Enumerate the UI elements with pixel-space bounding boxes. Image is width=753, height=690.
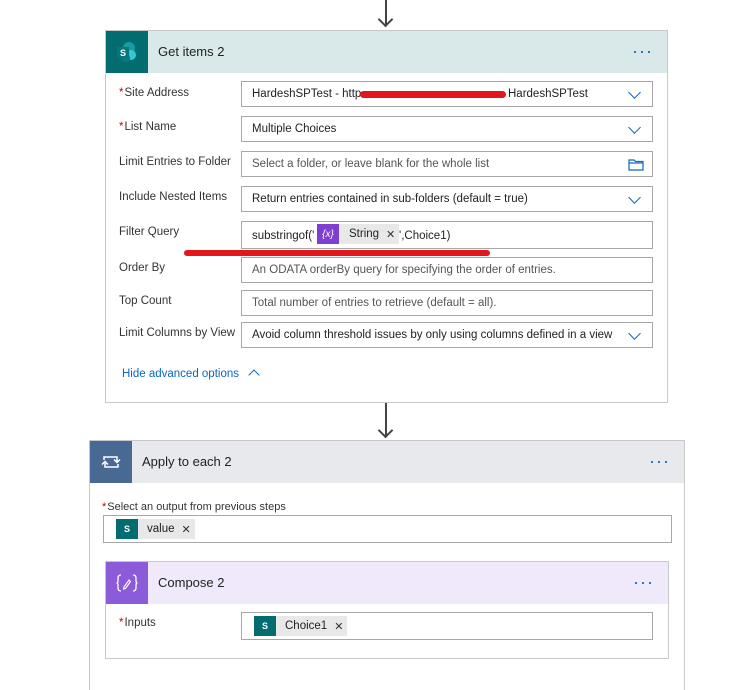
value-token-label: value <box>147 523 175 535</box>
site-address-value-suffix: HardeshSPTest <box>508 88 588 100</box>
top-count-placeholder: Total number of entries to retrieve (def… <box>252 297 497 309</box>
select-output-field[interactable]: S value ✕ <box>103 515 672 543</box>
chevron-down-icon[interactable] <box>628 327 641 340</box>
compose-card: Compose 2 ··· *Inputs S Choice1 ✕ <box>105 561 669 659</box>
remove-token-icon[interactable]: ✕ <box>386 228 395 241</box>
include-nested-value: Return entries contained in sub-folders … <box>252 193 528 205</box>
choice1-token[interactable]: S Choice1 ✕ <box>254 616 348 636</box>
filter-query-field[interactable]: substringof(' {x} String ✕ ',Choice1) <box>241 221 653 249</box>
sharepoint-icon: S <box>254 616 276 636</box>
filter-query-label: Filter Query <box>119 226 180 238</box>
arrow-head-middle <box>377 422 394 439</box>
list-name-field[interactable]: Multiple Choices <box>241 116 653 142</box>
limit-entries-label: Limit Entries to Folder <box>119 156 231 168</box>
svg-text:S: S <box>120 48 126 58</box>
chevron-up-icon <box>248 369 260 381</box>
string-token[interactable]: {x} String ✕ <box>317 224 400 244</box>
inputs-label: *Inputs <box>119 617 156 629</box>
compose-title: Compose 2 <box>158 575 225 590</box>
filter-query-prefix: substringof(' <box>252 230 315 242</box>
get-items-header[interactable]: S Get items 2 ··· <box>106 31 667 73</box>
order-by-label: Order By <box>119 262 166 274</box>
redaction-mark <box>360 91 506 98</box>
expression-icon: {x} <box>317 224 339 244</box>
apply-to-each-title: Apply to each 2 <box>142 454 232 469</box>
arrow-head-top <box>377 11 394 28</box>
compose-header[interactable]: Compose 2 ··· <box>106 562 668 604</box>
top-count-label: Top Count <box>119 295 172 307</box>
value-token[interactable]: S value ✕ <box>116 519 195 539</box>
list-name-value: Multiple Choices <box>252 123 337 135</box>
include-nested-label: Include Nested Items <box>119 191 228 203</box>
order-by-placeholder: An ODATA orderBy query for specifying th… <box>252 264 556 276</box>
sharepoint-icon: S <box>116 519 138 539</box>
remove-token-icon[interactable]: ✕ <box>182 523 191 536</box>
hide-advanced-label: Hide advanced options <box>122 368 239 380</box>
limit-columns-value: Avoid column threshold issues by only us… <box>252 329 613 341</box>
list-name-label: *List Name <box>119 121 177 133</box>
filter-query-suffix: ',Choice1) <box>399 230 451 242</box>
chevron-down-icon[interactable] <box>628 121 641 134</box>
apply-to-each-header[interactable]: Apply to each 2 ··· <box>90 441 684 483</box>
include-nested-field[interactable]: Return entries contained in sub-folders … <box>241 186 653 212</box>
annotation-underline <box>184 250 490 256</box>
limit-entries-placeholder: Select a folder, or leave blank for the … <box>252 158 490 170</box>
choice1-token-label: Choice1 <box>285 620 328 632</box>
site-address-value-prefix: HardeshSPTest - http <box>252 88 362 100</box>
chevron-down-icon[interactable] <box>628 191 641 204</box>
limit-columns-field[interactable]: Avoid column threshold issues by only us… <box>241 322 653 348</box>
compose-icon <box>106 562 148 604</box>
site-address-label: *Site Address <box>119 87 190 99</box>
inputs-field[interactable]: S Choice1 ✕ <box>241 612 653 640</box>
limit-columns-label: Limit Columns by View <box>119 327 236 339</box>
string-token-label: String <box>349 228 380 240</box>
sharepoint-icon: S <box>106 31 148 73</box>
select-output-label: *Select an output from previous steps <box>102 501 286 513</box>
top-count-field[interactable]: Total number of entries to retrieve (def… <box>241 290 653 316</box>
hide-advanced-options-link[interactable]: Hide advanced options <box>122 368 260 381</box>
folder-icon[interactable] <box>628 158 644 171</box>
order-by-field[interactable]: An ODATA orderBy query for specifying th… <box>241 257 653 283</box>
remove-token-icon[interactable]: ✕ <box>334 620 343 633</box>
limit-entries-field[interactable]: Select a folder, or leave blank for the … <box>241 151 653 177</box>
get-items-menu-button[interactable]: ··· <box>632 31 653 71</box>
apply-to-each-card: Apply to each 2 ··· *Select an output fr… <box>89 440 685 690</box>
apply-to-each-menu-button[interactable]: ··· <box>649 441 670 481</box>
loop-icon <box>90 441 132 483</box>
chevron-down-icon[interactable] <box>628 86 641 99</box>
get-items-title: Get items 2 <box>158 44 225 59</box>
compose-menu-button[interactable]: ··· <box>633 562 654 602</box>
get-items-card: S Get items 2 ··· *Site Address HardeshS… <box>105 30 668 403</box>
site-address-field[interactable]: HardeshSPTest - http HardeshSPTest <box>241 81 653 107</box>
